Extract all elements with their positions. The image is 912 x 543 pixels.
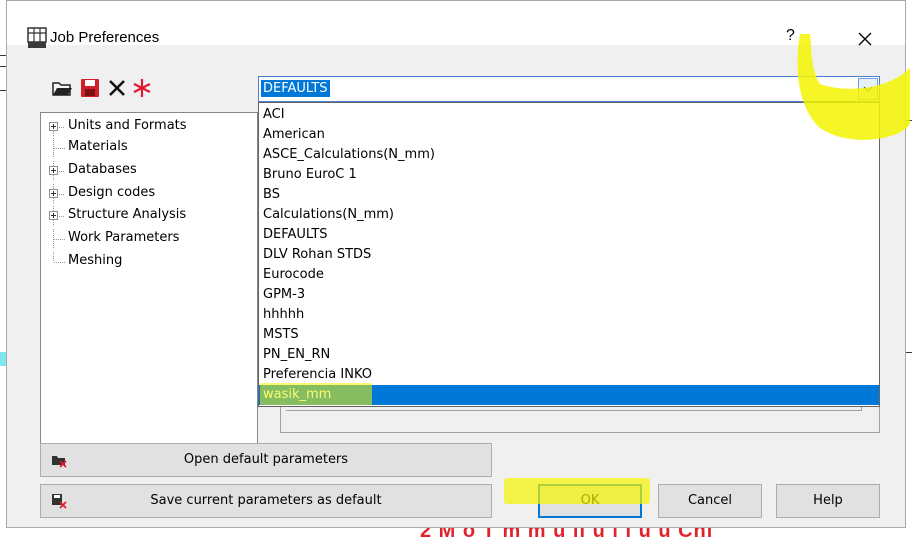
tree-item-label: Structure Analysis — [68, 207, 187, 222]
dropdown-option[interactable]: hhhhh — [259, 305, 879, 325]
delete-x-icon[interactable] — [107, 78, 127, 98]
preferences-dropdown-list[interactable]: ACI American ASCE_Calculations(N_mm) Bru… — [258, 102, 880, 407]
expand-icon[interactable] — [49, 122, 58, 131]
tree-item-label: Meshing — [68, 253, 123, 268]
dropdown-option[interactable]: Eurocode — [259, 265, 879, 285]
preferences-tree[interactable]: Units and Formats Materials Databases De… — [40, 112, 258, 462]
dialog-title: Job Preferences — [50, 29, 160, 46]
tree-item-label: Materials — [68, 139, 128, 154]
dropdown-option[interactable]: ASCE_Calculations(N_mm) — [259, 145, 879, 165]
wasik-highlight — [260, 383, 372, 405]
open-folder-icon[interactable] — [52, 78, 72, 98]
ok-highlight — [504, 478, 650, 504]
save-disk-icon[interactable] — [80, 78, 100, 98]
tree-item-label: Units and Formats — [68, 118, 187, 133]
button-label: Save current parameters as default — [150, 493, 382, 508]
delete-star-icon[interactable] — [132, 78, 152, 98]
dropdown-option[interactable]: Calculations(N_mm) — [259, 205, 879, 225]
tree-item-label: Databases — [68, 162, 137, 177]
dropdown-option[interactable]: MSTS — [259, 325, 879, 345]
help-button[interactable]: Help — [776, 484, 880, 518]
dropdown-option[interactable]: DEFAULTS — [259, 225, 879, 245]
combo-selected-value[interactable]: DEFAULTS — [261, 80, 330, 97]
button-label: Open default parameters — [183, 452, 349, 467]
button-label: Help — [813, 493, 843, 508]
combo-arrow-highlight — [797, 34, 910, 140]
tree-item-label: Work Parameters — [68, 230, 180, 245]
cancel-button[interactable]: Cancel — [658, 484, 762, 518]
dropdown-option[interactable]: Preferencia INKO — [259, 365, 879, 385]
save-as-default-button[interactable]: Save current parameters as default — [40, 484, 492, 518]
expand-icon[interactable] — [49, 211, 58, 220]
job-preferences-app-icon — [27, 27, 47, 48]
expand-icon[interactable] — [49, 166, 58, 175]
dropdown-option[interactable]: ACI — [259, 105, 879, 125]
tree-item-label: Design codes — [68, 185, 156, 200]
open-default-parameters-button[interactable]: Open default parameters — [40, 443, 492, 477]
dropdown-option[interactable]: GPM-3 — [259, 285, 879, 305]
dropdown-option[interactable]: PN_EN_RN — [259, 345, 879, 365]
dropdown-option[interactable]: Bruno EuroC 1 — [259, 165, 879, 185]
expand-icon[interactable] — [49, 189, 58, 198]
dropdown-option[interactable]: DLV Rohan STDS — [259, 245, 879, 265]
preferences-combo[interactable]: DEFAULTS — [258, 76, 880, 102]
button-label: Cancel — [687, 493, 733, 508]
dropdown-option[interactable]: BS — [259, 185, 879, 205]
dropdown-option[interactable]: American — [259, 125, 879, 145]
